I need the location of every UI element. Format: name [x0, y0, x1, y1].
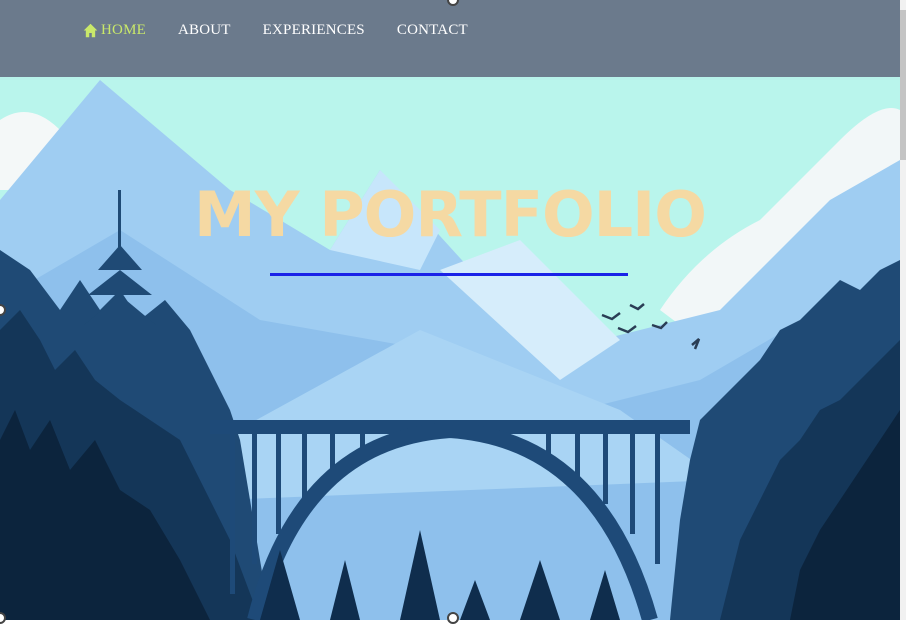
- scrollbar-thumb[interactable]: [900, 10, 906, 160]
- nav-home-link[interactable]: HOME: [82, 22, 146, 39]
- hero-title-underline: [270, 273, 628, 276]
- nav-about-link[interactable]: ABOUT: [178, 22, 231, 39]
- hero-title: MY PORTFOLIO: [194, 178, 707, 251]
- nav-contact-link[interactable]: CONTACT: [397, 22, 468, 39]
- nav-divider: [0, 77, 900, 80]
- resize-handle-bottom[interactable]: [447, 612, 459, 624]
- nav-experiences-link[interactable]: EXPERIENCES: [263, 22, 365, 39]
- landscape-illustration: [0, 80, 900, 620]
- hero-banner: [0, 80, 900, 620]
- top-navbar: HOME ABOUT EXPERIENCES CONTACT: [0, 0, 900, 77]
- page-frame: HOME ABOUT EXPERIENCES CONTACT MY PORTFO…: [0, 0, 900, 620]
- nav-menu: HOME ABOUT EXPERIENCES CONTACT: [82, 22, 500, 39]
- home-icon: [83, 23, 98, 38]
- nav-home-label: HOME: [101, 22, 146, 38]
